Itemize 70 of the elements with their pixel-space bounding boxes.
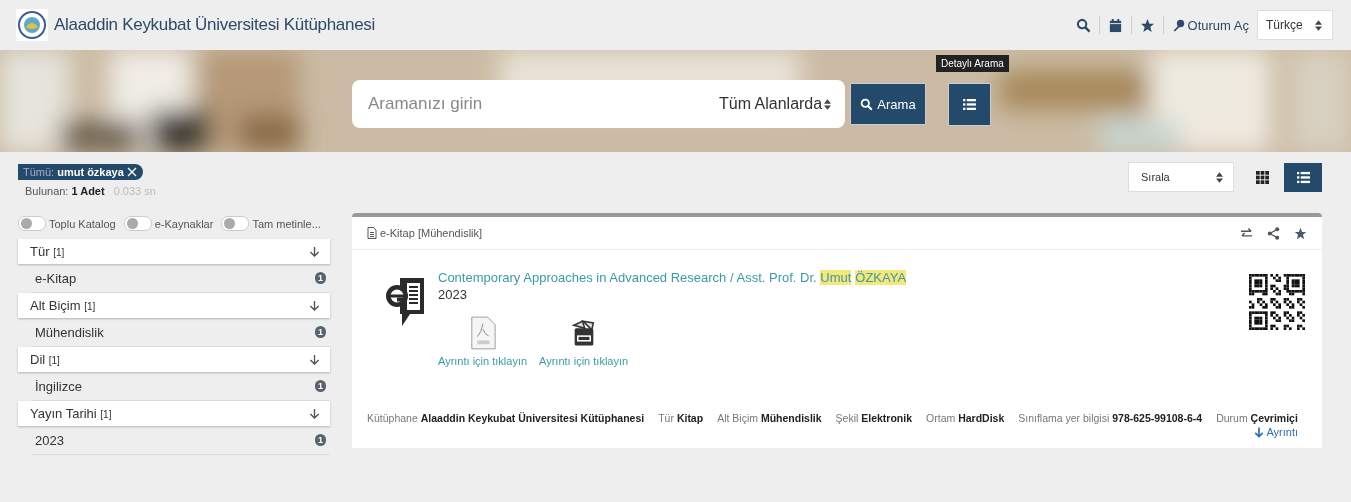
facet-item-label: İngilizce bbox=[35, 378, 82, 394]
search-button[interactable]: Arama bbox=[850, 83, 926, 125]
tag-label: Tümü: bbox=[23, 166, 55, 178]
list-icon bbox=[963, 98, 976, 110]
list-icon bbox=[1296, 170, 1310, 184]
tag-value: umut özkaya bbox=[57, 166, 124, 178]
list-view-button[interactable] bbox=[1284, 162, 1322, 192]
key-icon bbox=[1171, 18, 1185, 32]
search-field[interactable]: Aramanızı girin bbox=[352, 80, 705, 128]
language-select[interactable]: Türkçe bbox=[1257, 10, 1333, 40]
count-badge: 1 bbox=[315, 380, 326, 392]
facet-title: Alt Biçim [1] bbox=[30, 298, 96, 313]
sort-caret-icon bbox=[824, 98, 831, 110]
down-arrow-icon bbox=[309, 246, 320, 257]
sort-select[interactable]: Sırala bbox=[1128, 162, 1234, 192]
count-badge: 1 bbox=[315, 434, 326, 446]
down-arrow-icon bbox=[1254, 426, 1265, 438]
detail-field: Ortam HardDisk bbox=[926, 412, 1005, 424]
toggle-switch[interactable] bbox=[221, 216, 250, 231]
swap-arrows-icon[interactable] bbox=[1240, 226, 1253, 240]
publication-year: 2023 bbox=[438, 287, 468, 302]
detail-field: Kütüphane Alaaddin Keykubat Üniversitesi Kütüphanesi bbox=[367, 412, 645, 424]
qr-code-icon bbox=[1249, 274, 1305, 330]
share-icon[interactable] bbox=[1267, 226, 1280, 240]
close-icon[interactable] bbox=[126, 167, 137, 177]
detail-field: Alt Biçim Mühendislik bbox=[717, 412, 822, 424]
results-label: Bulunan: bbox=[25, 185, 69, 197]
record-type: e-Kitap [Mühendislik] bbox=[380, 227, 483, 239]
search-icon[interactable] bbox=[1075, 17, 1091, 33]
facet-header[interactable]: Tür [1] bbox=[18, 239, 330, 264]
toggle-label: e-Kaynaklar bbox=[154, 217, 214, 230]
search-icon bbox=[860, 97, 874, 111]
facet-header[interactable]: Dil [1] bbox=[18, 347, 330, 372]
filter-tag[interactable]: Tümü: umut özkaya bbox=[18, 164, 143, 180]
toggle-label: Tam metinle... bbox=[252, 217, 321, 230]
facet-title: Dil [1] bbox=[30, 352, 60, 367]
toggle-switch[interactable] bbox=[18, 216, 46, 231]
star-icon[interactable] bbox=[1139, 17, 1155, 33]
detail-field: Şekil Elektronik bbox=[835, 412, 913, 424]
star-icon[interactable] bbox=[1294, 226, 1307, 240]
facet-item-label: 2023 bbox=[35, 432, 64, 448]
sort-caret-icon bbox=[1315, 19, 1322, 31]
toggle-label: Toplu Katalog bbox=[49, 217, 116, 230]
site-title[interactable]: Alaaddin Keykubat Üniversitesi Kütüphanesi bbox=[54, 15, 375, 35]
facet-header[interactable]: Yayın Tarihi [1] bbox=[18, 401, 330, 426]
scope-select[interactable]: Tüm Alanlarda bbox=[705, 80, 845, 128]
down-arrow-icon bbox=[309, 354, 320, 365]
facet-item-label: e-Kitap bbox=[35, 270, 77, 286]
results-count: 1 Adet bbox=[71, 185, 105, 197]
sort-caret-icon bbox=[1216, 171, 1223, 183]
university-logo bbox=[16, 9, 48, 41]
details-link[interactable]: Ayrıntı bbox=[1254, 426, 1298, 438]
detail-field: Durum Çevrimiçi bbox=[1216, 412, 1298, 424]
grid-icon bbox=[1255, 170, 1269, 184]
facet-header[interactable]: Alt Biçim [1] bbox=[18, 293, 330, 318]
facet-item[interactable]: 2023 1 bbox=[32, 426, 330, 455]
calendar-icon[interactable] bbox=[1107, 17, 1123, 33]
facet-title: Tür [1] bbox=[30, 244, 65, 259]
count-badge: 1 bbox=[315, 326, 326, 338]
down-arrow-icon bbox=[309, 408, 320, 419]
down-arrow-icon bbox=[309, 300, 320, 311]
document-icon bbox=[367, 227, 377, 239]
detail-field: Sınıflama yer bilgisi 978-625-99108-6-4 bbox=[1018, 412, 1203, 424]
facet-title: Yayın Tarihi [1] bbox=[30, 406, 112, 421]
advanced-search-button[interactable] bbox=[948, 82, 991, 126]
login-button[interactable]: Oturum Aç bbox=[1171, 17, 1249, 33]
count-badge: 1 bbox=[315, 272, 326, 284]
detail-field: Tür Kitap bbox=[658, 412, 704, 424]
facet-item-label: Mühendislik bbox=[35, 324, 104, 340]
toggle-switch[interactable] bbox=[123, 216, 152, 231]
